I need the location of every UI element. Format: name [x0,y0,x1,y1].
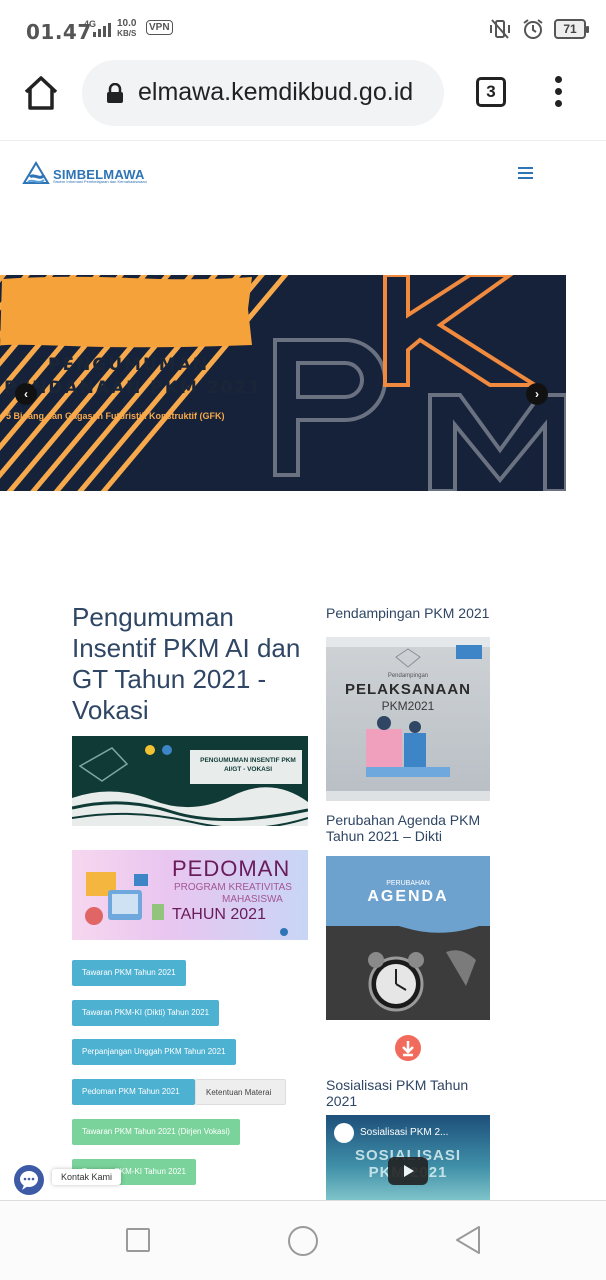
ketentuan-materai-button[interactable]: Ketentuan Materai [195,1079,286,1105]
hamburger-menu-icon[interactable] [518,167,533,179]
banner-title-brush [0,276,252,348]
site-logo[interactable]: SIMBELMAWA Sistem Informasi Pembelajaran… [22,161,147,187]
video-channel-avatar [334,1123,354,1143]
video-play-button[interactable] [388,1157,428,1185]
system-navigation-bar [0,1200,606,1280]
back-icon[interactable] [454,1225,482,1255]
status-right-icons: 71 [488,18,589,40]
speed-value: 10.0 [117,18,137,29]
banner-heading-line2: PENDANAAN PKM 2021 [4,378,263,398]
pedoman-line1: PEDOMAN [172,856,291,881]
browser-toolbar: elmawa.kemdikbud.go.id 3 [0,60,606,140]
tab-switcher-button[interactable]: 3 [476,77,506,107]
sidebar-heading-sosialisasi[interactable]: Sosialisasi PKM Tahun 2021 [326,1077,496,1109]
pendampingan-small-text: Pendampingan [387,673,429,679]
pendampingan-image[interactable]: Pendampingan PELAKSANAAN PKM2021 [326,637,490,801]
site-header: SIMBELMAWA Sistem Informasi Pembelajaran… [0,140,606,210]
pendampingan-image-art [326,637,490,801]
network-speed: 10.0 KB/S [117,19,136,39]
main-article-title[interactable]: Pengumuman Insentif PKM AI dan GT Tahun … [72,602,308,726]
sidebar-heading-perubahan-agenda[interactable]: Perubahan Agenda PKM Tahun 2021 – Dikti [326,812,496,844]
download-icon [402,1041,414,1057]
hero-banner: PENGUMUMAN PENDANAAN PKM 2021 5 Bidang d… [0,275,566,491]
recent-apps-icon[interactable] [126,1228,150,1252]
sidebar-heading-pendampingan[interactable]: Pendampingan PKM 2021 [326,605,496,621]
pendampingan-big-text: PELAKSANAAN [344,681,471,698]
pedoman-line3: MAHASISWA [222,894,283,905]
carousel-next-button[interactable]: › [526,383,548,405]
banner-heading-line1: PENGUMUMAN [48,355,210,375]
vibrate-off-icon [490,19,510,39]
chat-bubble-icon [20,1171,38,1190]
url-text[interactable]: elmawa.kemdikbud.go.id [138,78,438,107]
alarm-icon [523,19,543,39]
status-bar: 01.47 4G 10.0 KB/S VPN 71 [0,0,606,60]
contact-label[interactable]: Kontak Kami [52,1169,122,1185]
video-title: Sosialisasi PKM 2... [360,1127,449,1138]
pendampingan-year-text: PKM2021 [381,699,435,713]
tawaran-pkm-vokasi-button[interactable]: Tawaran PKM Tahun 2021 (Dirjen Vokasi) [72,1119,240,1145]
tawaran-pkm-ki-dikti-button[interactable]: Tawaran PKM-KI (Dikti) Tahun 2021 [72,1000,220,1026]
browser-menu-icon[interactable] [550,76,566,110]
logo-mark-icon [22,161,50,184]
speed-unit: KB/S [117,29,137,38]
insentif-image-text: PENGUMUMAN INSENTIF PKM AI/GT - VOKASI [200,757,296,773]
vpn-badge: VPN [146,20,173,35]
sosialisasi-video[interactable]: Sosialisasi PKM 2... SOSIALISASI PKM 202… [326,1115,490,1200]
lock-icon [107,83,123,103]
url-bar[interactable]: elmawa.kemdikbud.go.id [82,60,444,126]
insentif-image-art [72,736,308,826]
contact-chat-button[interactable] [14,1165,44,1195]
agenda-small-text: PERUBAHAN [386,880,430,887]
perubahan-agenda-image[interactable]: PERUBAHAN AGENDA [326,856,490,1020]
insentif-announcement-image[interactable]: PENGUMUMAN INSENTIF PKM AI/GT - VOKASI [72,736,308,826]
status-time: 01.47 [26,20,92,44]
home-icon[interactable] [22,74,60,112]
pedoman-line4: TAHUN 2021 [172,906,266,923]
carousel-prev-button[interactable]: ‹ [15,383,37,405]
pedoman-line2: PROGRAM KREATIVITAS [174,882,292,893]
tawaran-pkm-button[interactable]: Tawaran PKM Tahun 2021 [72,960,186,986]
perpanjangan-unggah-button[interactable]: Perpanjangan Unggah PKM Tahun 2021 [72,1039,236,1065]
play-icon [404,1165,414,1177]
banner-subtitle: 5 Bidang dan Gagasan Futuristik Konstruk… [6,411,225,421]
web-page: SIMBELMAWA Sistem Informasi Pembelajaran… [0,140,606,1200]
home-nav-icon[interactable] [288,1226,318,1256]
logo-subtext: Sistem Informasi Pembelajaran dan Kemaha… [53,179,147,184]
battery-indicator: 71 [554,19,589,39]
pedoman-pkm-button[interactable]: Pedoman PKM Tahun 2021 [72,1079,195,1105]
pedoman-pkm-image[interactable]: PEDOMAN PROGRAM KREATIVITAS MAHASISWA TA… [72,850,308,940]
signal-icon [93,23,111,37]
download-button[interactable] [395,1035,421,1061]
agenda-big-text: AGENDA [367,888,449,905]
